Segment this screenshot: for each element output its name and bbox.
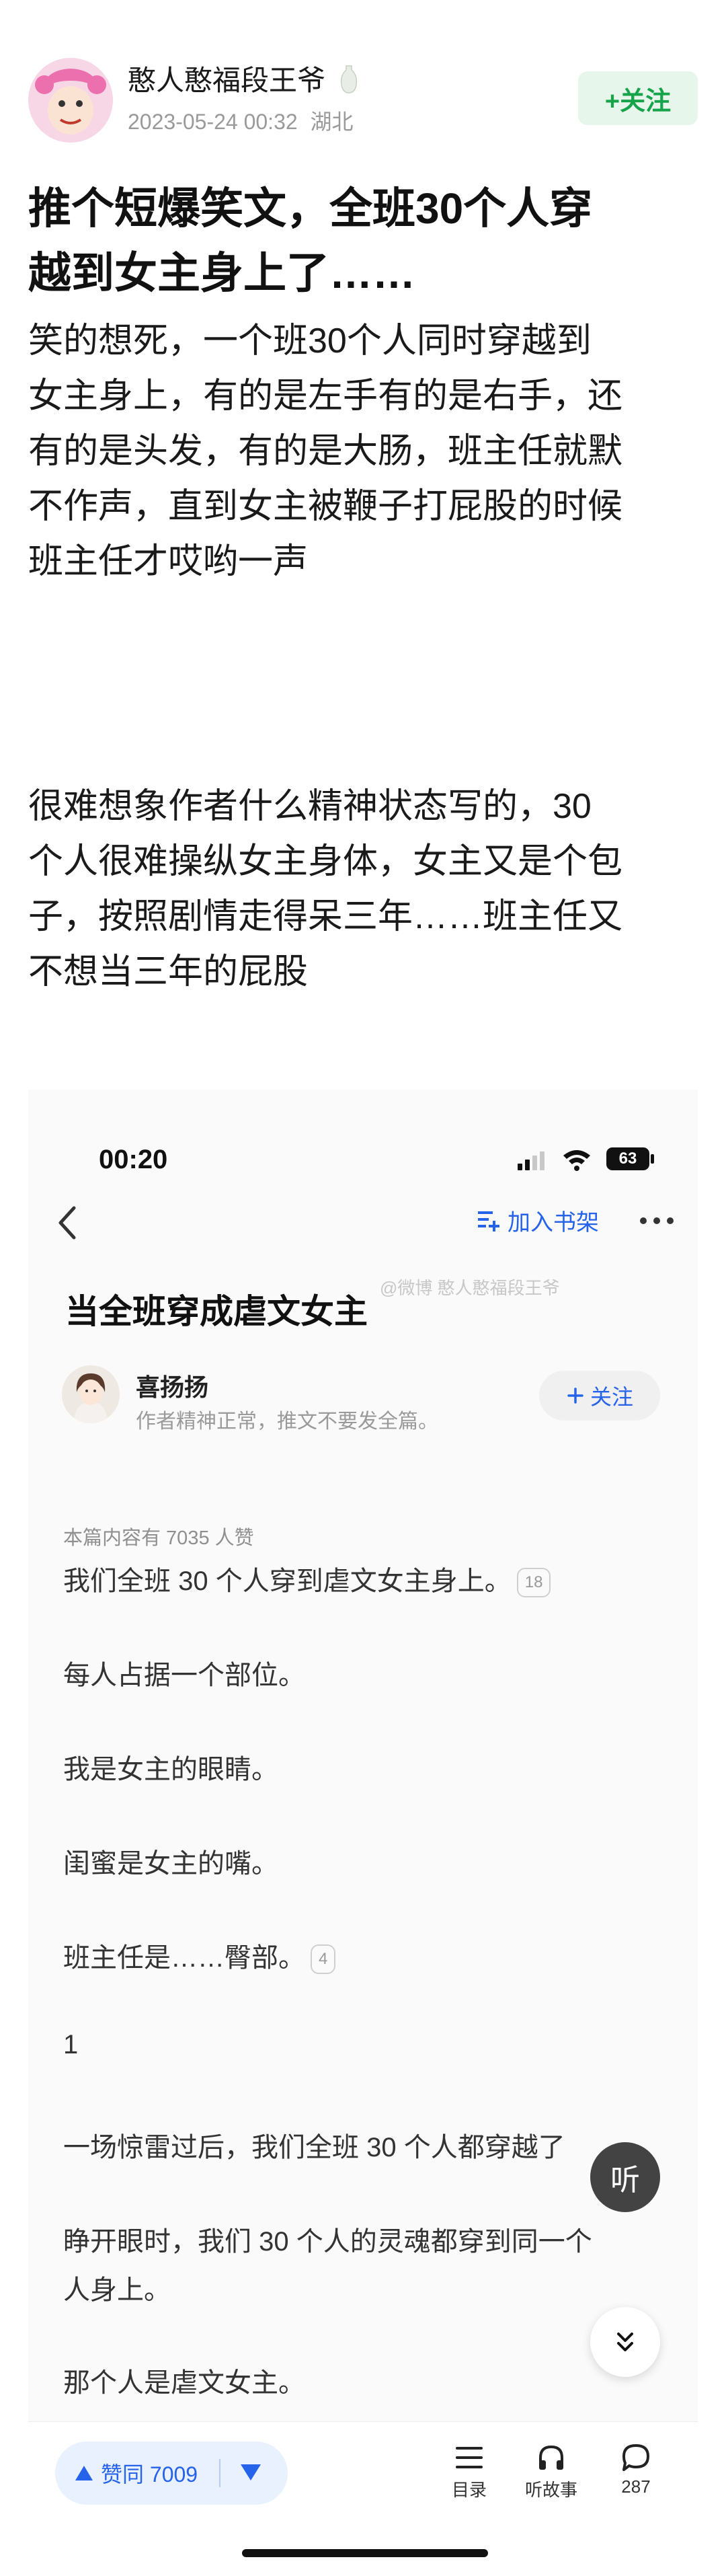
author-avatar[interactable]: [28, 58, 113, 143]
add-to-shelf-button[interactable]: 加入书架: [475, 1204, 599, 1237]
headphones-icon: [539, 2445, 563, 2470]
story-line: 1: [63, 2030, 78, 2060]
likes-note: 本篇内容有 7035 人赞: [63, 1527, 254, 1549]
story-line-text: 睁开眼时，我们 30 个人的灵魂都穿到同一个: [63, 2227, 592, 2257]
vase-icon: [339, 65, 359, 94]
follow-label: +关注: [604, 87, 672, 116]
vote-divider: [219, 2459, 220, 2487]
post-meta: 2023-05-24 00:32 湖北: [128, 105, 354, 136]
story-line: 人身上。: [63, 2268, 171, 2307]
story-line: 我是女主的眼睛。: [63, 1747, 278, 1786]
wifi-icon: [563, 1150, 590, 1171]
writer-follow-label: 关注: [590, 1385, 633, 1409]
more-options-icon[interactable]: [637, 1204, 677, 1238]
post-location: 湖北: [310, 110, 354, 134]
triangle-down-icon: [241, 2464, 261, 2480]
story-line: 我们全班 30 个人穿到虐文女主身上。 18: [63, 1559, 551, 1598]
writer-follow-button[interactable]: 关注: [539, 1371, 660, 1420]
paragraph-line: 有的是头发，有的是大肠，班主任就默: [28, 432, 623, 471]
listen-label: 听: [610, 2164, 640, 2197]
comment-count-badge[interactable]: 4: [311, 1944, 336, 1974]
vote-control: 赞同 7009: [55, 2441, 288, 2505]
post-paragraph-2: 很难想象作者什么精神状态写的，30 个人很难操纵女主身体，女主又是个包 子，按照…: [28, 779, 700, 999]
story-line-text: 我们全班 30 个人穿到虐文女主身上。: [63, 1566, 512, 1596]
upvote-label: 赞同 7009: [101, 2462, 198, 2487]
story-line: 每人占据一个部位。: [63, 1653, 305, 1692]
story-line-text: 那个人是虐文女主。: [63, 2368, 305, 2398]
story-line-text: 每人占据一个部位。: [63, 1661, 305, 1690]
paragraph-line: 不作声，直到女主被鞭子打屁股的时候: [28, 487, 623, 526]
downvote-button[interactable]: [239, 2462, 266, 2485]
paragraph-line: 班主任才哎哟一声: [28, 542, 309, 581]
story-line-text: 一场惊雷过后，我们全班 30 个人都穿越了: [63, 2133, 565, 2162]
post-date: 2023-05-24 00:32: [128, 110, 298, 134]
writer-name[interactable]: 喜扬扬: [136, 1368, 208, 1403]
signal-icon: [518, 1151, 544, 1170]
story-line-text: 闺蜜是女主的嘴。: [63, 1849, 278, 1879]
watermark: @微博 憨人憨福段王爷: [380, 1278, 560, 1298]
author-name-text: 憨人憨福段王爷: [128, 65, 326, 96]
post-paragraph-1: 笑的想死，一个班30个人同时穿越到 女主身上，有的是左手有的是右手，还 有的是头…: [28, 313, 700, 589]
upvote-button[interactable]: 赞同 7009: [74, 2441, 198, 2505]
triangle-up-icon: [75, 2466, 93, 2480]
catalog-label: 目录: [451, 2480, 487, 2500]
back-arrow-icon[interactable]: [52, 1203, 82, 1243]
story-line: 那个人是虐文女主。: [63, 2361, 305, 2400]
paragraph-line: 子，按照剧情走得呆三年……班主任又: [28, 897, 623, 936]
writer-bio: 作者精神正常，推文不要发全篇。: [136, 1410, 438, 1433]
comment-bubble-icon: [622, 2444, 649, 2471]
post-title-line: 推个短爆笑文，全班30个人穿: [28, 184, 593, 233]
menu-icon: [456, 2447, 483, 2468]
embedded-screenshot: 00:20 63 加入书架 @微博 憨人憨福段王爷 当全班穿成虐文女主 喜扬扬 …: [28, 1090, 698, 2576]
story-line-text: 我是女主的眼睛。: [63, 1755, 278, 1784]
story-line: 闺蜜是女主的嘴。: [63, 1842, 278, 1881]
catalog-button[interactable]: 目录: [429, 2441, 510, 2501]
status-bar-icons: 63: [511, 1143, 679, 1174]
shelf-label: 加入书架: [508, 1210, 599, 1236]
listen-button[interactable]: 听: [590, 2142, 660, 2212]
writer-avatar[interactable]: [62, 1365, 120, 1423]
plus-icon: [567, 1388, 583, 1404]
paragraph-line: 个人很难操纵女主身体，女主又是个包: [28, 842, 623, 881]
story-line-text: 班主任是……臀部。: [63, 1943, 305, 1973]
story-line-text: 1: [63, 2030, 79, 2059]
paragraph-line: 笑的想死，一个班30个人同时穿越到: [28, 321, 592, 361]
paragraph-line: 女主身上，有的是左手有的是右手，还: [28, 377, 623, 416]
story-title: 当全班穿成虐文女主: [65, 1293, 368, 1330]
double-chevron-down-icon: [617, 2333, 633, 2351]
scroll-down-button[interactable]: [590, 2307, 660, 2377]
follow-button[interactable]: +关注: [578, 71, 698, 125]
author-name[interactable]: 憨人憨福段王爷: [128, 58, 359, 99]
post-title: 推个短爆笑文，全班30个人穿 越到女主身上了……: [28, 176, 700, 305]
story-line: 睁开眼时，我们 30 个人的灵魂都穿到同一个: [63, 2220, 592, 2259]
home-indicator: [242, 2549, 488, 2557]
shelf-icon: [478, 1211, 499, 1232]
comment-count-badge[interactable]: 18: [516, 1568, 551, 1597]
story-line: 一场惊雷过后，我们全班 30 个人都穿越了: [63, 2125, 565, 2164]
listen-story-label: 听故事: [524, 2480, 577, 2500]
story-line-text: 人身上。: [63, 2275, 171, 2305]
comments-count: 287: [621, 2476, 651, 2497]
paragraph-line: 很难想象作者什么精神状态写的，30: [28, 787, 592, 826]
status-bar-time: 00:20: [99, 1145, 168, 1174]
paragraph-line: 不想当三年的屁股: [28, 952, 309, 991]
listen-story-button[interactable]: 听故事: [511, 2441, 592, 2501]
post-title-line: 越到女主身上了……: [28, 249, 415, 297]
story-line: 班主任是……臀部。 4: [63, 1936, 336, 1975]
comments-button[interactable]: 287: [596, 2441, 676, 2497]
battery-level: 63: [618, 1149, 637, 1168]
